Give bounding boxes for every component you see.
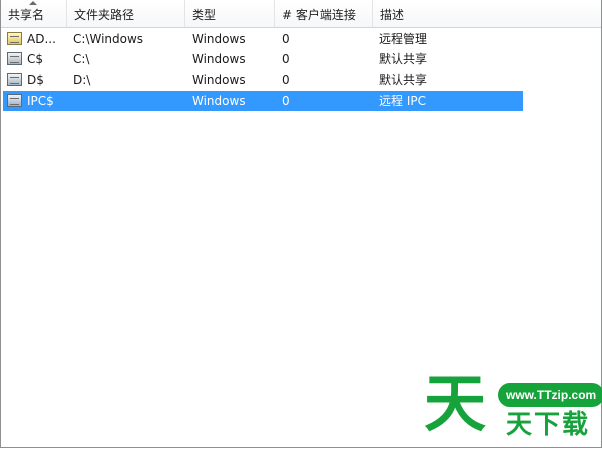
share-name: AD... (27, 32, 56, 46)
share-connections: 0 (282, 94, 290, 108)
shared-drive-icon (7, 73, 22, 86)
shared-ipc-icon (7, 94, 22, 107)
watermark-text: 天下载 (506, 410, 591, 440)
share-path: C:\ (73, 52, 90, 66)
share-name: C$ (27, 52, 44, 66)
share-connections: 0 (282, 32, 290, 46)
column-header-type[interactable]: 类型 (185, 0, 275, 27)
share-row-ipc[interactable]: IPC$ Windows 0 远程 IPC (3, 91, 523, 111)
share-connections: 0 (282, 52, 290, 66)
watermark-logo: 天 (424, 367, 487, 440)
column-header-folder-path[interactable]: 文件夹路径 (67, 0, 185, 27)
sort-ascending-icon (29, 1, 37, 5)
shares-list-view[interactable]: 共享名 文件夹路径 类型 # 客户端连接 描述 AD... C:\Windows… (0, 0, 602, 448)
share-row-d[interactable]: D$ D:\ Windows 0 默认共享 (3, 70, 523, 90)
share-path (73, 91, 183, 111)
share-name: IPC$ (27, 94, 54, 108)
share-description: 远程管理 (379, 32, 428, 46)
share-path: C:\Windows (73, 32, 144, 46)
watermark-url: www.TTzip.com (498, 383, 602, 407)
share-description: 默认共享 (379, 73, 428, 87)
share-type: Windows (192, 73, 246, 87)
share-type: Windows (192, 52, 246, 66)
shared-drive-icon (7, 52, 22, 65)
share-type: Windows (192, 32, 246, 46)
share-row-admin[interactable]: AD... C:\Windows Windows 0 远程管理 (3, 29, 523, 49)
share-path: D:\ (73, 73, 91, 87)
share-name: D$ (27, 73, 44, 87)
shared-folder-icon (7, 32, 22, 45)
column-header-client-connections[interactable]: # 客户端连接 (275, 0, 373, 27)
share-description: 默认共享 (379, 52, 428, 66)
share-row-c[interactable]: C$ C:\ Windows 0 默认共享 (3, 49, 523, 69)
share-description: 远程 IPC (379, 94, 426, 108)
column-header-bar: 共享名 文件夹路径 类型 # 客户端连接 描述 (1, 0, 601, 28)
share-type: Windows (192, 94, 246, 108)
column-header-description[interactable]: 描述 (373, 0, 601, 27)
column-header-share-name[interactable]: 共享名 (1, 0, 67, 27)
share-connections: 0 (282, 73, 290, 87)
